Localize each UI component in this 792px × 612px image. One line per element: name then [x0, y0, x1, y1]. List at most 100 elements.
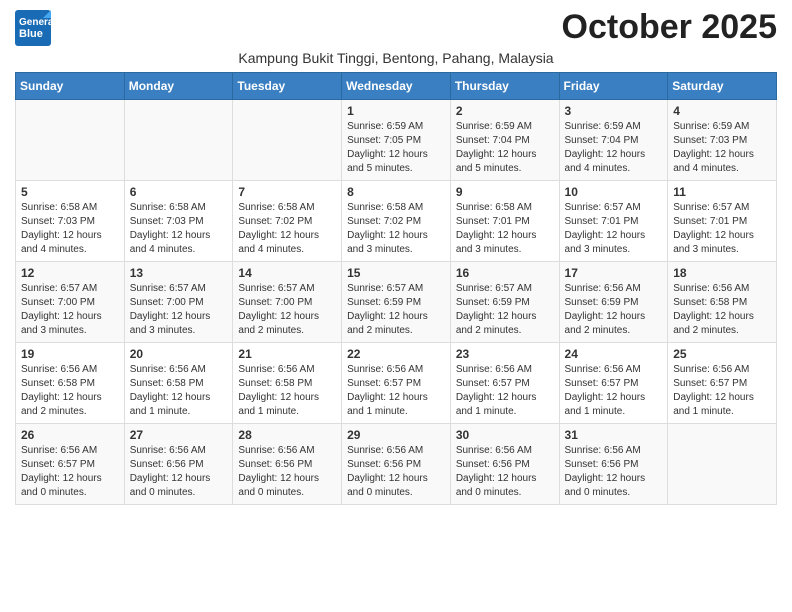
day-number: 3 [565, 104, 663, 118]
day-number: 4 [673, 104, 771, 118]
calendar-cell: 18 Sunrise: 6:56 AM Sunset: 6:58 PM Dayli… [668, 262, 777, 343]
calendar-cell: 6Sunrise: 6:58 AM Sunset: 7:03 PM Daylig… [124, 181, 233, 262]
day-number: 7 [238, 185, 336, 199]
day-number: 13 [130, 266, 228, 280]
svg-text:Blue: Blue [19, 28, 43, 40]
day-number: 14 [238, 266, 336, 280]
calendar-cell: 9 Sunrise: 6:58 AM Sunset: 7:01 PM Daylig… [450, 181, 559, 262]
day-number: 25 [673, 347, 771, 361]
day-number: 18 [673, 266, 771, 280]
calendar-cell: 16 Sunrise: 6:57 AM Sunset: 6:59 PM Dayli… [450, 262, 559, 343]
calendar-cell: 10 Sunrise: 6:57 AM Sunset: 7:01 PM Dayli… [559, 181, 668, 262]
day-info: Sunrise: 6:57 AM Sunset: 7:00 PM Dayligh… [238, 282, 336, 338]
calendar-table: SundayMondayTuesdayWednesdayThursdayFrid… [15, 72, 777, 505]
day-number: 19 [21, 347, 119, 361]
day-info: Sunrise: 6:57 AM Sunset: 7:01 PM Dayligh… [673, 201, 771, 257]
day-info: Sunrise: 6:56 AM Sunset: 6:58 PM Dayligh… [130, 363, 228, 419]
day-info: Sunrise: 6:56 AM Sunset: 6:58 PM Dayligh… [21, 363, 119, 419]
weekday-header: Friday [559, 73, 668, 100]
day-info: Sunrise: 6:59 AM Sunset: 7:03 PM Dayligh… [673, 120, 771, 176]
day-info: Sunrise: 6:56 AM Sunset: 6:56 PM Dayligh… [347, 444, 445, 500]
day-number: 10 [565, 185, 663, 199]
day-info: Sunrise: 6:57 AM Sunset: 6:59 PM Dayligh… [347, 282, 445, 338]
calendar-cell: 25 Sunrise: 6:56 AM Sunset: 6:57 PM Dayli… [668, 343, 777, 424]
location-subtitle: Kampung Bukit Tinggi, Bentong, Pahang, M… [15, 50, 777, 66]
day-number: 30 [456, 428, 554, 442]
day-number: 22 [347, 347, 445, 361]
day-info: Sunrise: 6:58 AM Sunset: 7:01 PM Dayligh… [456, 201, 554, 257]
day-info: Sunrise: 6:57 AM Sunset: 7:01 PM Dayligh… [565, 201, 663, 257]
logo-icon: General Blue [15, 10, 51, 46]
calendar-cell: 17 Sunrise: 6:56 AM Sunset: 6:59 PM Dayli… [559, 262, 668, 343]
calendar-week-row: 5 Sunrise: 6:58 AM Sunset: 7:03 PM Daylig… [16, 181, 777, 262]
calendar-cell [233, 100, 342, 181]
day-number: 29 [347, 428, 445, 442]
day-number: 12 [21, 266, 119, 280]
calendar-cell [668, 424, 777, 505]
day-number: 16 [456, 266, 554, 280]
weekday-header-row: SundayMondayTuesdayWednesdayThursdayFrid… [16, 73, 777, 100]
day-info: Sunrise: 6:56 AM Sunset: 6:57 PM Dayligh… [21, 444, 119, 500]
weekday-header: Sunday [16, 73, 125, 100]
day-number: 9 [456, 185, 554, 199]
calendar-cell: 22 Sunrise: 6:56 AM Sunset: 6:57 PM Dayli… [342, 343, 451, 424]
day-info: Sunrise: 6:59 AM Sunset: 7:04 PM Dayligh… [565, 120, 663, 176]
day-number: 17 [565, 266, 663, 280]
day-number: 15 [347, 266, 445, 280]
day-info: Sunrise: 6:56 AM Sunset: 6:56 PM Dayligh… [238, 444, 336, 500]
calendar-cell: 23 Sunrise: 6:56 AM Sunset: 6:57 PM Dayli… [450, 343, 559, 424]
day-number: 5 [21, 185, 119, 199]
day-info: Sunrise: 6:58 AM Sunset: 7:03 PM Dayligh… [21, 201, 119, 257]
calendar-cell: 31Sunrise: 6:56 AM Sunset: 6:56 PM Dayli… [559, 424, 668, 505]
day-number: 11 [673, 185, 771, 199]
calendar-week-row: 26Sunrise: 6:56 AM Sunset: 6:57 PM Dayli… [16, 424, 777, 505]
calendar-cell: 3 Sunrise: 6:59 AM Sunset: 7:04 PM Daylig… [559, 100, 668, 181]
calendar-cell: 21 Sunrise: 6:56 AM Sunset: 6:58 PM Dayli… [233, 343, 342, 424]
day-info: Sunrise: 6:56 AM Sunset: 6:57 PM Dayligh… [456, 363, 554, 419]
calendar-cell: 8Sunrise: 6:58 AM Sunset: 7:02 PM Daylig… [342, 181, 451, 262]
day-info: Sunrise: 6:56 AM Sunset: 6:57 PM Dayligh… [565, 363, 663, 419]
day-info: Sunrise: 6:58 AM Sunset: 7:03 PM Dayligh… [130, 201, 228, 257]
day-number: 21 [238, 347, 336, 361]
day-info: Sunrise: 6:56 AM Sunset: 6:58 PM Dayligh… [238, 363, 336, 419]
calendar-cell: 12 Sunrise: 6:57 AM Sunset: 7:00 PM Dayli… [16, 262, 125, 343]
svg-text:General: General [19, 17, 51, 28]
calendar-cell: 26Sunrise: 6:56 AM Sunset: 6:57 PM Dayli… [16, 424, 125, 505]
calendar-cell: 29 Sunrise: 6:56 AM Sunset: 6:56 PM Dayli… [342, 424, 451, 505]
weekday-header: Wednesday [342, 73, 451, 100]
day-info: Sunrise: 6:56 AM Sunset: 6:56 PM Dayligh… [130, 444, 228, 500]
calendar-cell: 5 Sunrise: 6:58 AM Sunset: 7:03 PM Daylig… [16, 181, 125, 262]
calendar-cell: 7Sunrise: 6:58 AM Sunset: 7:02 PM Daylig… [233, 181, 342, 262]
calendar-cell: 13 Sunrise: 6:57 AM Sunset: 7:00 PM Dayli… [124, 262, 233, 343]
day-number: 23 [456, 347, 554, 361]
day-info: Sunrise: 6:56 AM Sunset: 6:58 PM Dayligh… [673, 282, 771, 338]
calendar-week-row: 1Sunrise: 6:59 AM Sunset: 7:05 PM Daylig… [16, 100, 777, 181]
title-block: October 2025 [562, 10, 777, 44]
day-number: 31 [565, 428, 663, 442]
day-info: Sunrise: 6:58 AM Sunset: 7:02 PM Dayligh… [347, 201, 445, 257]
day-number: 1 [347, 104, 445, 118]
weekday-header: Monday [124, 73, 233, 100]
weekday-header: Saturday [668, 73, 777, 100]
calendar-week-row: 12 Sunrise: 6:57 AM Sunset: 7:00 PM Dayli… [16, 262, 777, 343]
day-number: 28 [238, 428, 336, 442]
calendar-cell: 14 Sunrise: 6:57 AM Sunset: 7:00 PM Dayli… [233, 262, 342, 343]
day-info: Sunrise: 6:56 AM Sunset: 6:59 PM Dayligh… [565, 282, 663, 338]
calendar-cell: 20 Sunrise: 6:56 AM Sunset: 6:58 PM Dayli… [124, 343, 233, 424]
day-info: Sunrise: 6:57 AM Sunset: 7:00 PM Dayligh… [21, 282, 119, 338]
calendar-cell: 4 Sunrise: 6:59 AM Sunset: 7:03 PM Daylig… [668, 100, 777, 181]
calendar-cell: 2Sunrise: 6:59 AM Sunset: 7:04 PM Daylig… [450, 100, 559, 181]
calendar-cell [124, 100, 233, 181]
logo: General Blue [15, 10, 51, 46]
day-info: Sunrise: 6:56 AM Sunset: 6:57 PM Dayligh… [673, 363, 771, 419]
day-number: 27 [130, 428, 228, 442]
day-info: Sunrise: 6:57 AM Sunset: 6:59 PM Dayligh… [456, 282, 554, 338]
day-info: Sunrise: 6:56 AM Sunset: 6:57 PM Dayligh… [347, 363, 445, 419]
day-info: Sunrise: 6:57 AM Sunset: 7:00 PM Dayligh… [130, 282, 228, 338]
day-number: 20 [130, 347, 228, 361]
weekday-header: Thursday [450, 73, 559, 100]
calendar-cell: 27 Sunrise: 6:56 AM Sunset: 6:56 PM Dayli… [124, 424, 233, 505]
calendar-cell: 11 Sunrise: 6:57 AM Sunset: 7:01 PM Dayli… [668, 181, 777, 262]
day-number: 2 [456, 104, 554, 118]
calendar-cell: 30Sunrise: 6:56 AM Sunset: 6:56 PM Dayli… [450, 424, 559, 505]
